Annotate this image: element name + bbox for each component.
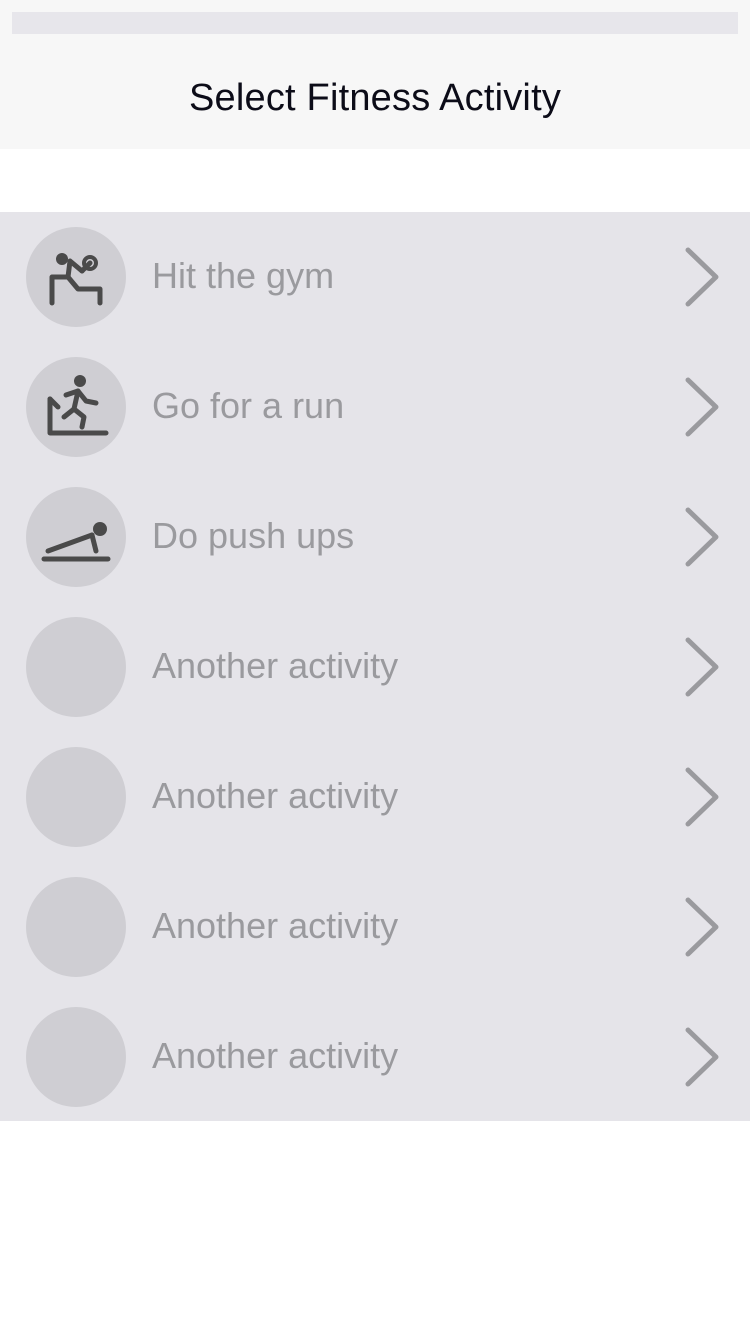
page-title: Select Fitness Activity bbox=[188, 77, 562, 119]
activity-row-another-activity[interactable]: Another activity bbox=[0, 992, 750, 1122]
chevron-right-icon bbox=[685, 767, 719, 827]
weightlifting-icon bbox=[49, 253, 103, 306]
status-bar bbox=[12, 12, 738, 34]
activity-label: Hit the gym bbox=[152, 255, 335, 296]
activity-icon-circle bbox=[26, 227, 126, 327]
chevron-right-icon bbox=[685, 507, 719, 567]
activity-row-do-push-ups[interactable]: Do push ups bbox=[0, 472, 750, 602]
activity-row-another-activity[interactable]: Another activity bbox=[0, 602, 750, 732]
activity-icon-placeholder bbox=[26, 617, 126, 717]
chevron-right-icon bbox=[685, 377, 719, 437]
activity-label: Do push ups bbox=[152, 515, 355, 556]
activity-label: Another activity bbox=[152, 905, 399, 946]
activity-icon-placeholder bbox=[26, 877, 126, 977]
activity-row-go-for-a-run[interactable]: Go for a run bbox=[0, 342, 750, 472]
activity-label: Another activity bbox=[152, 1035, 399, 1076]
activity-icon-circle bbox=[26, 357, 126, 457]
activity-label: Another activity bbox=[152, 775, 399, 816]
activity-icon-placeholder bbox=[26, 1007, 126, 1107]
chevron-right-icon bbox=[685, 637, 719, 697]
chevron-right-icon bbox=[685, 247, 719, 307]
activity-row-another-activity[interactable]: Another activity bbox=[0, 862, 750, 992]
activity-row-another-activity[interactable]: Another activity bbox=[0, 732, 750, 862]
navigation-bar: Select Fitness Activity bbox=[0, 0, 750, 149]
activity-label: Go for a run bbox=[152, 385, 345, 426]
activity-icon-placeholder bbox=[26, 747, 126, 847]
push-up-icon bbox=[41, 522, 111, 562]
chevron-right-icon bbox=[685, 897, 719, 957]
chevron-right-icon bbox=[685, 1027, 719, 1087]
activity-label: Another activity bbox=[152, 645, 399, 686]
activity-icon-circle bbox=[26, 487, 126, 587]
treadmill-runner-icon bbox=[47, 375, 109, 436]
activity-list: Hit the gym Go for a run Do push ups Ano… bbox=[0, 212, 750, 1121]
activity-row-hit-the-gym[interactable]: Hit the gym bbox=[0, 212, 750, 342]
